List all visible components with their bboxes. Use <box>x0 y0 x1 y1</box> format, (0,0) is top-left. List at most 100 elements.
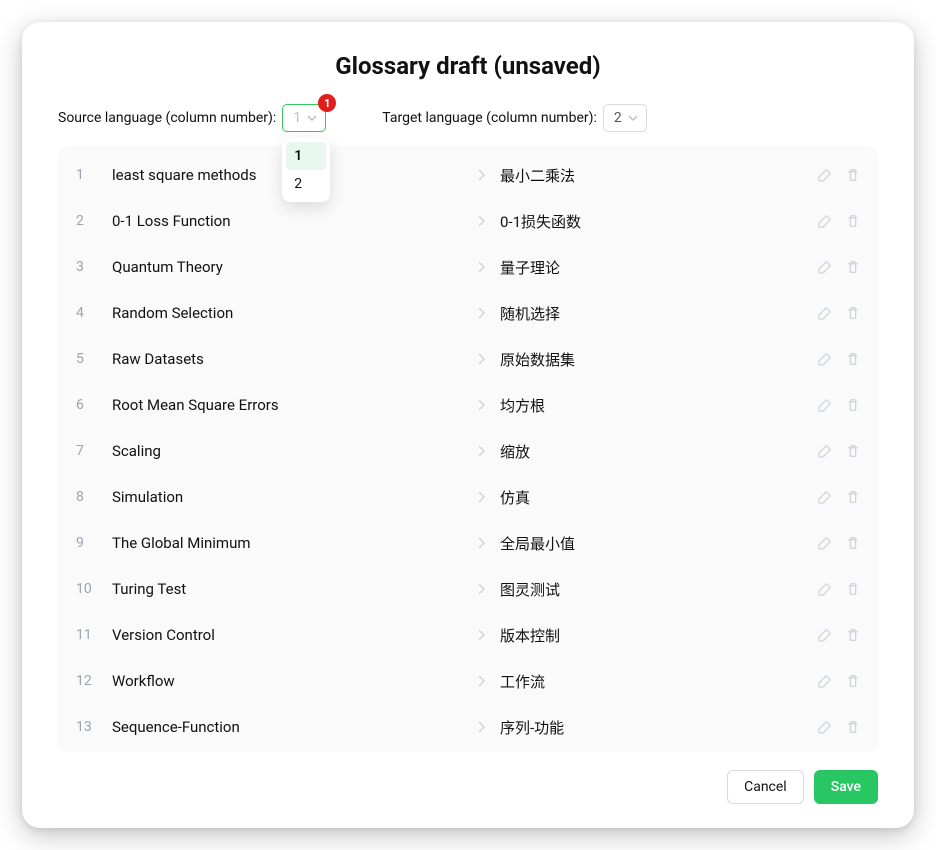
chevron-right-icon <box>468 583 494 595</box>
row-actions <box>816 580 862 598</box>
dropdown-option-1[interactable]: 1 <box>286 142 326 170</box>
edit-icon[interactable] <box>816 166 834 184</box>
chevron-right-icon <box>468 169 494 181</box>
row-index: 11 <box>76 627 108 643</box>
delete-icon[interactable] <box>844 672 862 690</box>
chevron-right-icon <box>468 261 494 273</box>
row-source-term: Turing Test <box>108 580 468 598</box>
table-row: 12Workflow工作流 <box>58 658 878 704</box>
row-source-term: Root Mean Square Errors <box>108 396 468 414</box>
edit-icon[interactable] <box>816 672 834 690</box>
row-target-term: 图灵测试 <box>494 579 816 600</box>
row-actions <box>816 304 862 322</box>
delete-icon[interactable] <box>844 212 862 230</box>
row-target-term: 序列-功能 <box>494 717 816 738</box>
chevron-right-icon <box>468 629 494 641</box>
row-actions <box>816 350 862 368</box>
source-column-dropdown: 1 2 <box>282 138 330 202</box>
row-source-term: Sequence-Function <box>108 718 468 736</box>
row-source-term: Simulation <box>108 488 468 506</box>
row-target-term: 原始数据集 <box>494 349 816 370</box>
target-language-group: Target language (column number): 2 <box>382 104 647 132</box>
row-index: 1 <box>76 167 108 183</box>
row-index: 9 <box>76 535 108 551</box>
delete-icon[interactable] <box>844 718 862 736</box>
row-actions <box>816 442 862 460</box>
table-row: 4Random Selection随机选择 <box>58 290 878 336</box>
row-actions <box>816 396 862 414</box>
edit-icon[interactable] <box>816 718 834 736</box>
chevron-right-icon <box>468 307 494 319</box>
row-target-term: 0-1损失函数 <box>494 211 816 232</box>
source-column-select[interactable]: 1 1 <box>282 104 326 132</box>
delete-icon[interactable] <box>844 534 862 552</box>
row-target-term: 版本控制 <box>494 625 816 646</box>
chevron-right-icon <box>468 399 494 411</box>
edit-icon[interactable] <box>816 304 834 322</box>
row-actions <box>816 718 862 736</box>
modal-footer: Cancel Save <box>58 770 878 804</box>
chevron-right-icon <box>468 215 494 227</box>
edit-icon[interactable] <box>816 442 834 460</box>
delete-icon[interactable] <box>844 166 862 184</box>
row-actions <box>816 166 862 184</box>
cancel-button[interactable]: Cancel <box>727 770 804 804</box>
row-actions <box>816 672 862 690</box>
row-actions <box>816 626 862 644</box>
delete-icon[interactable] <box>844 488 862 506</box>
target-column-select[interactable]: 2 <box>603 104 647 132</box>
edit-icon[interactable] <box>816 396 834 414</box>
row-index: 7 <box>76 443 108 459</box>
language-controls: Source language (column number): 1 1 1 2… <box>58 104 878 132</box>
row-actions <box>816 212 862 230</box>
row-source-term: Version Control <box>108 626 468 644</box>
delete-icon[interactable] <box>844 396 862 414</box>
source-column-value: 1 <box>293 110 301 126</box>
row-index: 12 <box>76 673 108 689</box>
chevron-right-icon <box>468 353 494 365</box>
delete-icon[interactable] <box>844 304 862 322</box>
row-index: 10 <box>76 581 108 597</box>
row-source-term: Scaling <box>108 442 468 460</box>
glossary-draft-modal: Glossary draft (unsaved) Source language… <box>22 22 914 828</box>
edit-icon[interactable] <box>816 350 834 368</box>
table-row: 10Turing Test 图灵测试 <box>58 566 878 612</box>
table-row: 1least square methods最小二乘法 <box>58 152 878 198</box>
row-source-term: Raw Datasets <box>108 350 468 368</box>
chevron-down-icon <box>628 113 638 123</box>
target-column-value: 2 <box>614 110 622 126</box>
target-language-label: Target language (column number): <box>382 110 597 126</box>
delete-icon[interactable] <box>844 258 862 276</box>
edit-icon[interactable] <box>816 212 834 230</box>
edit-icon[interactable] <box>816 488 834 506</box>
row-source-term: 0-1 Loss Function <box>108 212 468 230</box>
edit-icon[interactable] <box>816 534 834 552</box>
chevron-down-icon <box>307 113 317 123</box>
table-row: 13Sequence-Function序列-功能 <box>58 704 878 750</box>
save-button[interactable]: Save <box>814 770 878 804</box>
chevron-right-icon <box>468 445 494 457</box>
delete-icon[interactable] <box>844 442 862 460</box>
row-target-term: 全局最小值 <box>494 533 816 554</box>
delete-icon[interactable] <box>844 350 862 368</box>
row-index: 8 <box>76 489 108 505</box>
table-row: 9The Global Minimum 全局最小值 <box>58 520 878 566</box>
row-index: 2 <box>76 213 108 229</box>
row-actions <box>816 488 862 506</box>
delete-icon[interactable] <box>844 626 862 644</box>
source-language-group: Source language (column number): 1 1 1 2 <box>58 104 326 132</box>
row-source-term: The Global Minimum <box>108 534 468 552</box>
table-row: 8Simulation仿真 <box>58 474 878 520</box>
row-index: 5 <box>76 351 108 367</box>
table-row: 7Scaling缩放 <box>58 428 878 474</box>
dropdown-option-2[interactable]: 2 <box>286 170 326 198</box>
delete-icon[interactable] <box>844 580 862 598</box>
edit-icon[interactable] <box>816 258 834 276</box>
edit-icon[interactable] <box>816 580 834 598</box>
row-actions <box>816 258 862 276</box>
edit-icon[interactable] <box>816 626 834 644</box>
row-target-term: 量子理论 <box>494 257 816 278</box>
page-title: Glossary draft (unsaved) <box>58 52 878 80</box>
row-target-term: 最小二乘法 <box>494 165 816 186</box>
row-source-term: Workflow <box>108 672 468 690</box>
